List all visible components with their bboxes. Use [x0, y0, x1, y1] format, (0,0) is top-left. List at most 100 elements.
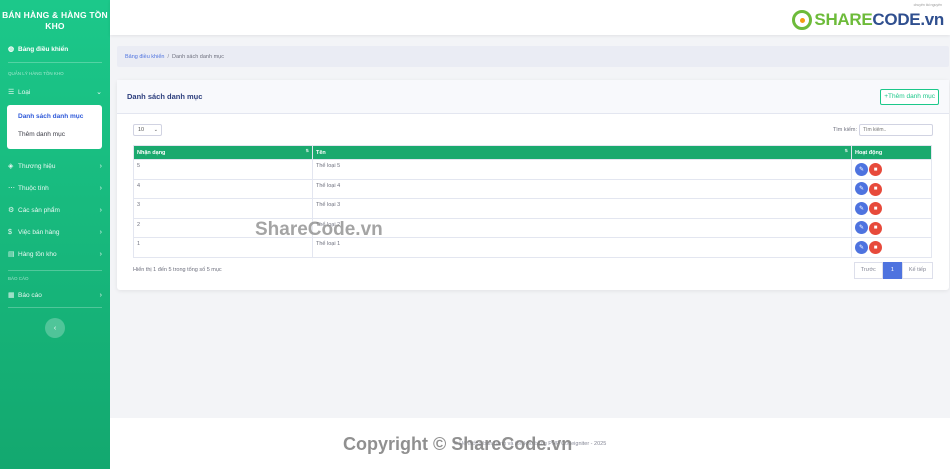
list-icon: ☰ [8, 89, 15, 96]
sidebar-item-thuong-hieu[interactable]: ◈ Thương hiệu › [0, 155, 110, 177]
cell-actions: ✎ ■ [851, 237, 932, 258]
trash-icon[interactable]: ■ [869, 202, 882, 216]
cell-actions: ✎ ■ [851, 178, 932, 200]
logo-text-part1: SHARE [814, 10, 873, 29]
chevron-right-icon: › [99, 228, 102, 236]
edit-icon[interactable]: ✎ [855, 240, 868, 254]
chevron-right-icon: › [99, 291, 102, 299]
table-row: 4 Thể loại 4 ✎ ■ [133, 178, 932, 200]
sidebar-divider [8, 270, 102, 271]
gear-icon: ⚙ [8, 207, 15, 214]
sidebar-item-label: Các sản phẩm [18, 206, 60, 214]
cell-name: Thể loại 4 [312, 178, 852, 200]
chevron-right-icon: › [99, 206, 102, 214]
edit-icon[interactable]: ✎ [855, 221, 868, 235]
pagination: Trước 1 Kế tiếp [853, 261, 933, 279]
brand-title[interactable]: BÁN HÀNG & HÀNG TỒN KHO [0, 0, 110, 36]
trash-icon[interactable]: ■ [869, 182, 882, 196]
breadcrumb-separator: / [167, 53, 169, 60]
ellipsis-icon: ⋯ [8, 185, 15, 192]
sidebar-item-label: Bảng điều khiển [18, 45, 69, 53]
logo-icon [792, 10, 813, 30]
sidebar-heading: BÁO CÁO [8, 276, 29, 281]
breadcrumb-current: Danh sách danh mục [171, 53, 224, 60]
cell-id: 5 [133, 159, 313, 180]
add-category-button[interactable]: +Thêm danh mục [880, 88, 939, 105]
sort-icon: ⇅ [844, 148, 848, 153]
chevron-right-icon: › [99, 184, 102, 192]
sidebar-item-san-pham[interactable]: ⚙ Các sản phẩm › [0, 199, 110, 221]
sidebar-item-bao-cao[interactable]: ▦ Báo cáo › [0, 286, 110, 304]
cell-actions: ✎ ■ [851, 217, 932, 239]
pagination-page[interactable]: 1 [882, 261, 902, 279]
sidebar-item-label: Thuộc tính [18, 184, 49, 192]
dollar-icon: $ [8, 228, 12, 236]
trash-icon[interactable]: ■ [869, 163, 882, 177]
breadcrumb-home-link[interactable]: Bảng điều khiển [125, 54, 164, 60]
search-input[interactable] [859, 124, 933, 136]
page-length-select[interactable]: 10 ⌄ [133, 124, 162, 136]
cell-name: Thể loại 2 [312, 217, 852, 239]
sidebar-item-thuoc-tinh[interactable]: ⋯ Thuộc tính › [0, 177, 110, 199]
pagination-prev[interactable]: Trước [853, 261, 883, 279]
card-body: 10 ⌄ Tìm kiếm: Nhận dạng ⇅ Tên ⇅ Hoạt động… [117, 114, 949, 287]
table-row: 5 Thể loại 5 ✎ ■ [133, 159, 932, 180]
watermark-center: ShareCode.vn [255, 219, 383, 240]
sidebar-toggle-button[interactable]: ‹ [45, 318, 65, 338]
sidebar-item-ban-hang[interactable]: $ Việc bán hàng › [0, 221, 110, 243]
sidebar-item-dashboard[interactable]: ◍ Bảng điều khiển [0, 36, 110, 62]
table-row: 2 Thể loại 2 ✎ ■ [133, 217, 932, 239]
sidebar-item-label: Việc bán hàng [18, 228, 60, 236]
chevron-right-icon: › [99, 162, 102, 170]
table-controls: 10 ⌄ Tìm kiếm: [133, 123, 933, 137]
search-label: Tìm kiếm: [832, 127, 857, 133]
sidebar-heading: QUẢN LÝ HÀNG TỒN KHO [8, 71, 64, 76]
table-footer: Hiển thị 1 đến 5 trong tổng số 5 mục Trư… [133, 261, 933, 279]
trash-icon[interactable]: ■ [869, 241, 882, 255]
sidebar-divider [8, 62, 102, 63]
tag-icon: ◈ [8, 163, 14, 170]
sidebar: BÁN HÀNG & HÀNG TỒN KHO ◍ Bảng điều khiể… [0, 0, 110, 469]
column-header-label: Hoạt động [855, 149, 883, 156]
search-wrap: Tìm kiếm: [833, 124, 933, 136]
sidebar-item-loai[interactable]: ☰ Loại ⌄ [0, 81, 110, 103]
trash-icon[interactable]: ■ [869, 221, 882, 235]
cell-id: 3 [133, 198, 313, 219]
category-list-card: Danh sách danh mục +Thêm danh mục 10 ⌄ T… [117, 80, 949, 290]
logo-tagline: chuyên tài nguyên [913, 3, 942, 7]
cell-id: 4 [133, 178, 313, 200]
table-row: 3 Thể loại 3 ✎ ■ [133, 198, 932, 219]
category-table: Nhận dạng ⇅ Tên ⇅ Hoạt động 5 Thể loại 5 ✎… [133, 145, 932, 258]
cell-name: Thể loại 3 [312, 198, 852, 219]
report-icon: ▦ [8, 292, 15, 299]
sidebar-item-ton-kho[interactable]: ▤ Hàng tồn kho › [0, 243, 110, 265]
logo-text: SHARECODE.vn [814, 10, 944, 30]
column-header-label: Tên [316, 149, 326, 156]
card-header: Danh sách danh mục +Thêm danh mục [117, 80, 949, 114]
sidebar-item-label: Loại [18, 88, 31, 96]
table-info: Hiển thị 1 đến 5 trong tổng số 5 mục [133, 267, 222, 274]
sidebar-item-label: Thương hiệu [18, 162, 56, 170]
submenu-item-them[interactable]: Thêm danh mục [7, 127, 102, 145]
submenu-item-danh-sach[interactable]: Danh sách danh mục [7, 109, 102, 127]
edit-icon[interactable]: ✎ [855, 182, 868, 196]
dashboard-icon: ◍ [8, 46, 15, 53]
sidebar-submenu: Danh sách danh mục Thêm danh mục [7, 105, 102, 149]
pagination-next[interactable]: Kế tiếp [901, 261, 933, 279]
column-header-name[interactable]: Tên ⇅ [312, 145, 852, 160]
breadcrumb: Bảng điều khiển / Danh sách danh mục [117, 46, 949, 67]
sidebar-divider [8, 307, 102, 308]
topbar: SHARECODE.vn chuyên tài nguyên [110, 0, 950, 35]
sidebar-item-label: Báo cáo [18, 291, 42, 299]
edit-icon[interactable]: ✎ [855, 201, 868, 215]
cell-name: Thể loại 1 [312, 237, 852, 258]
table-row: 1 Thể loại 1 ✎ ■ [133, 237, 932, 258]
column-header-id[interactable]: Nhận dạng ⇅ [133, 145, 313, 160]
sort-icon: ⇅ [305, 148, 309, 153]
watermark-bottom: Copyright © ShareCode.vn [343, 434, 573, 454]
column-header-actions: Hoạt động [851, 145, 932, 160]
edit-icon[interactable]: ✎ [855, 162, 868, 176]
sharecode-logo[interactable]: SHARECODE.vn chuyên tài nguyên [792, 3, 944, 30]
warehouse-icon: ▤ [8, 251, 15, 258]
chevron-down-icon: ⌄ [153, 127, 158, 133]
